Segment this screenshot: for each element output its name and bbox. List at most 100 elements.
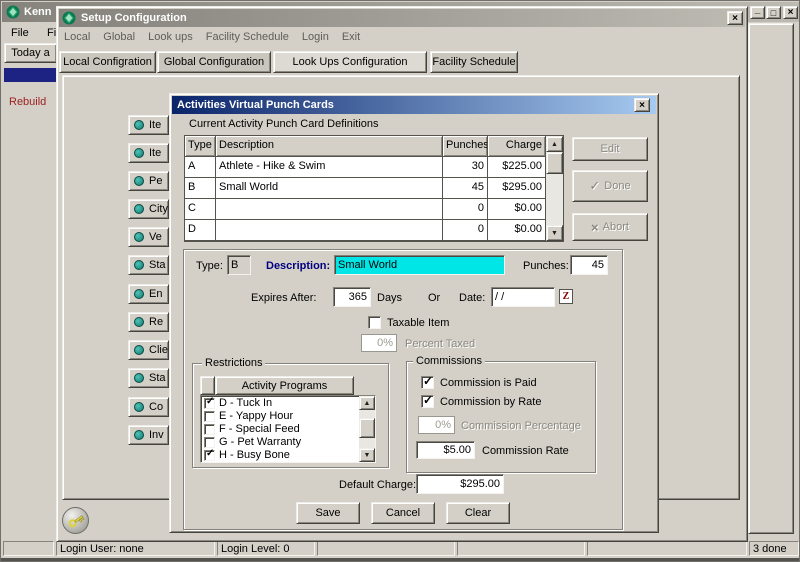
- menu-item-facility-schedule[interactable]: Facility Schedule: [206, 31, 289, 47]
- cell-type[interactable]: C: [185, 199, 216, 220]
- activity-checkbox-4[interactable]: [204, 448, 215, 461]
- sidebar-item-10[interactable]: Co: [128, 397, 169, 417]
- default-charge-input[interactable]: [416, 474, 504, 494]
- activity-checkbox-3[interactable]: [204, 437, 215, 448]
- cell-charge[interactable]: $0.00: [488, 220, 546, 241]
- activity-scrollbar[interactable]: ▲ ▼: [359, 396, 375, 462]
- save-button[interactable]: Save: [296, 502, 360, 524]
- abort-button[interactable]: × Abort: [572, 213, 648, 241]
- punches-input[interactable]: [570, 255, 608, 275]
- sidebar-item-1[interactable]: Ite: [128, 143, 169, 163]
- sidebar-item-3[interactable]: City: [128, 199, 169, 219]
- bullet-icon: [134, 204, 144, 214]
- app-icon: [6, 5, 20, 19]
- column-header-description[interactable]: Description: [216, 136, 443, 157]
- edit-button[interactable]: Edit: [572, 137, 648, 161]
- tab-facility-schedule[interactable]: Facility Schedule: [430, 51, 518, 73]
- main-window-title: Kenn: [24, 6, 52, 18]
- activity-label-2[interactable]: F - Special Feed: [219, 423, 300, 435]
- setup-titlebar: Setup Configuration: [59, 9, 745, 27]
- description-input[interactable]: [334, 255, 505, 275]
- sidebar-item-7[interactable]: Re: [128, 312, 169, 332]
- column-header-type[interactable]: Type: [185, 136, 216, 157]
- minimize-button[interactable]: _: [750, 4, 765, 19]
- sidebar-item-6[interactable]: En: [128, 284, 169, 304]
- tab-global-configuration[interactable]: Global Configuration: [157, 51, 271, 73]
- cell-punches[interactable]: 0: [443, 220, 488, 241]
- close-button[interactable]: ×: [783, 6, 798, 19]
- cell-description[interactable]: [216, 220, 443, 241]
- cell-punches[interactable]: 30: [443, 157, 488, 178]
- sidebar-item-11[interactable]: Inv: [128, 425, 169, 445]
- main-menu-item-file[interactable]: File: [11, 27, 29, 39]
- status-segment: [587, 541, 747, 556]
- restrictions-legend: Restrictions: [202, 357, 266, 369]
- cell-charge[interactable]: $295.00: [488, 178, 546, 199]
- commissions-group: Commissions Commission is Paid Commissio…: [406, 355, 596, 473]
- scroll-thumb[interactable]: [546, 152, 563, 174]
- tab-local-configuration[interactable]: Local Configration: [59, 51, 156, 73]
- done-button[interactable]: ✓ Done: [572, 170, 648, 202]
- cell-type[interactable]: B: [185, 178, 216, 199]
- percent-taxed-input[interactable]: [361, 334, 397, 352]
- key-button[interactable]: [62, 507, 89, 534]
- maximize-button[interactable]: □: [766, 6, 781, 19]
- cell-punches[interactable]: 45: [443, 178, 488, 199]
- sidebar-item-4[interactable]: Ve: [128, 227, 169, 247]
- sidebar-item-2[interactable]: Pe: [128, 171, 169, 191]
- activity-label-0[interactable]: D - Tuck In: [219, 397, 272, 409]
- cancel-button[interactable]: Cancel: [371, 502, 435, 524]
- cell-punches[interactable]: 0: [443, 199, 488, 220]
- calendar-button[interactable]: Z: [559, 289, 573, 304]
- cell-description[interactable]: Small World: [216, 178, 443, 199]
- default-charge-label: Default Charge:: [339, 479, 417, 491]
- menu-item-local[interactable]: Local: [64, 31, 90, 47]
- scroll-up-button[interactable]: ▲: [359, 396, 375, 410]
- setup-close-button[interactable]: ×: [727, 11, 743, 25]
- taxable-checkbox[interactable]: [368, 316, 381, 329]
- column-header-charge[interactable]: Charge: [488, 136, 546, 157]
- commission-rate-input[interactable]: [416, 441, 475, 459]
- cell-description[interactable]: Athlete - Hike & Swim: [216, 157, 443, 178]
- activity-label-4[interactable]: H - Busy Bone: [219, 449, 290, 461]
- activity-label-3[interactable]: G - Pet Warranty: [219, 436, 301, 448]
- clear-button[interactable]: Clear: [446, 502, 510, 524]
- today-button[interactable]: Today a: [4, 43, 57, 63]
- menu-item-global[interactable]: Global: [103, 31, 135, 47]
- tab-lookups-configuration[interactable]: Look Ups Configuration: [273, 51, 427, 73]
- sidebar-item-5[interactable]: Sta: [128, 255, 169, 275]
- menu-item-lookups[interactable]: Look ups: [148, 31, 193, 47]
- cell-charge[interactable]: $0.00: [488, 199, 546, 220]
- scroll-down-button[interactable]: ▼: [546, 225, 563, 241]
- status-login-user: Login User: none: [56, 541, 215, 556]
- form-panel: Type: B Description: Punches: Expires Af…: [183, 249, 623, 530]
- commission-paid-checkbox[interactable]: [421, 374, 434, 389]
- setup-menubar: Local Global Look ups Facility Schedule …: [64, 31, 664, 47]
- table-scrollbar[interactable]: ▲ ▼: [546, 136, 563, 241]
- sidebar-item-9[interactable]: Sta: [128, 368, 169, 388]
- cell-type[interactable]: A: [185, 157, 216, 178]
- sidebar-item-8[interactable]: Clie: [128, 340, 169, 360]
- bullet-icon: [134, 402, 144, 412]
- commission-by-rate-checkbox[interactable]: [421, 393, 434, 408]
- scroll-up-button[interactable]: ▲: [546, 136, 563, 152]
- date-input[interactable]: [491, 287, 555, 307]
- expires-days-input[interactable]: [333, 287, 371, 307]
- cell-type[interactable]: D: [185, 220, 216, 241]
- cell-charge[interactable]: $225.00: [488, 157, 546, 178]
- cell-description[interactable]: [216, 199, 443, 220]
- commission-percentage-input[interactable]: [418, 416, 455, 434]
- activity-checkbox-1[interactable]: [204, 411, 215, 422]
- scroll-thumb[interactable]: [359, 418, 375, 438]
- scroll-down-button[interactable]: ▼: [359, 448, 375, 462]
- type-value-box: B: [227, 255, 251, 275]
- activity-checkbox-2[interactable]: [204, 424, 215, 435]
- column-header-punches[interactable]: Punches: [443, 136, 488, 157]
- sidebar-item-0[interactable]: Ite: [128, 115, 169, 135]
- activity-label-1[interactable]: E - Yappy Hour: [219, 410, 293, 422]
- menu-item-exit[interactable]: Exit: [342, 31, 360, 47]
- activity-programs-header[interactable]: Activity Programs: [215, 376, 354, 395]
- dialog-close-button[interactable]: ×: [634, 98, 650, 112]
- activity-checkbox-0[interactable]: [204, 396, 215, 409]
- menu-item-login[interactable]: Login: [302, 31, 329, 47]
